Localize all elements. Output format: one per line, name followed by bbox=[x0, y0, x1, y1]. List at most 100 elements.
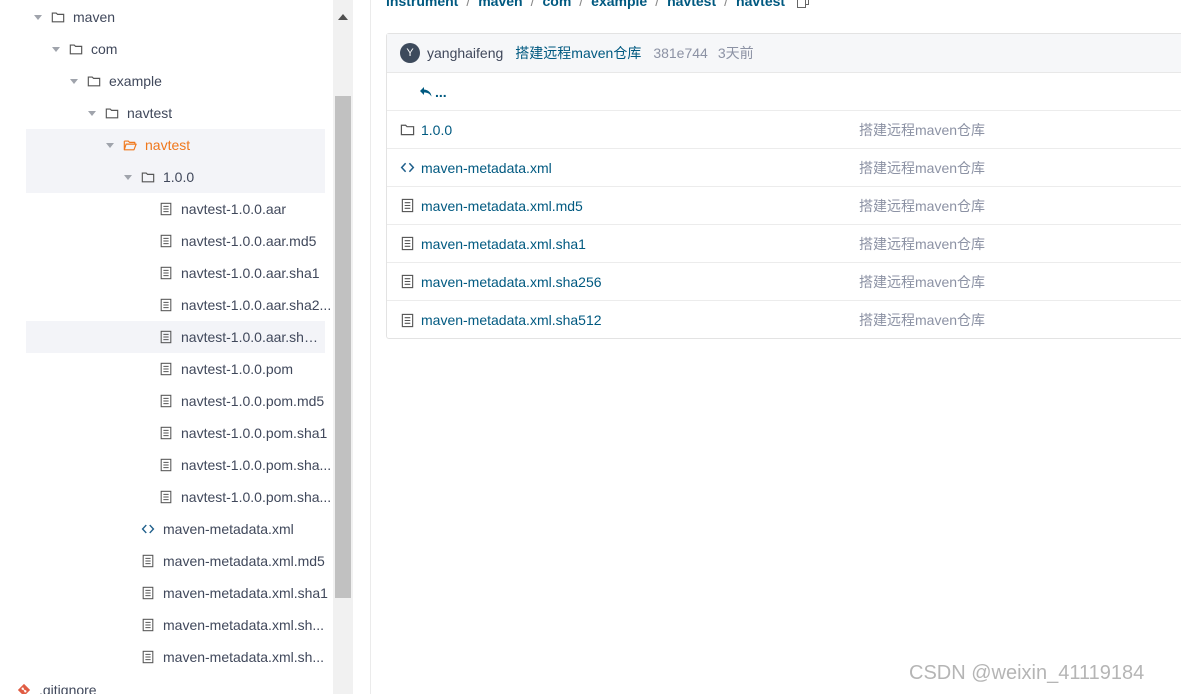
tree-item[interactable]: navtest bbox=[0, 97, 333, 129]
file-tree: maven com example navtest navtest 1.0.0 navtes… bbox=[0, 0, 333, 694]
tree-item[interactable]: 1.0.0 bbox=[26, 161, 325, 193]
tree-item-label: navtest-1.0.0.aar.sha2... bbox=[181, 297, 332, 313]
breadcrumb-separator: / bbox=[466, 0, 471, 9]
caret-down-icon[interactable] bbox=[106, 141, 114, 149]
file-icon bbox=[159, 234, 173, 248]
tree-item[interactable]: maven-metadata.xml.md5 bbox=[0, 545, 333, 577]
file-commit-message[interactable]: 搭建远程maven仓库 bbox=[859, 234, 985, 254]
file-icon bbox=[159, 426, 173, 440]
tree-item-label: navtest-1.0.0.pom.sha1 bbox=[181, 425, 328, 441]
tree-item-label: maven-metadata.xml.md5 bbox=[163, 553, 325, 569]
file-row[interactable]: maven-metadata.xml.sha256 搭建远程maven仓库 bbox=[387, 263, 1181, 301]
tree-item[interactable]: navtest-1.0.0.pom bbox=[0, 353, 333, 385]
tree-item[interactable]: com bbox=[0, 33, 333, 65]
file-name-link[interactable]: maven-metadata.xml.sha256 bbox=[421, 274, 859, 290]
breadcrumb-separator: / bbox=[655, 0, 660, 9]
file-icon bbox=[400, 313, 415, 328]
commit-author[interactable]: yanghaifeng bbox=[427, 45, 503, 61]
file-commit-message[interactable]: 搭建远程maven仓库 bbox=[859, 310, 985, 330]
avatar[interactable]: Y bbox=[400, 43, 420, 63]
file-icon bbox=[400, 198, 415, 213]
tree-item[interactable]: navtest-1.0.0.aar bbox=[0, 193, 333, 225]
file-icon bbox=[159, 458, 173, 472]
tree-item[interactable]: navtest-1.0.0.aar.sha1 bbox=[0, 257, 333, 289]
file-name-link[interactable]: maven-metadata.xml.md5 bbox=[421, 198, 859, 214]
file-row[interactable]: maven-metadata.xml.sha1 搭建远程maven仓库 bbox=[387, 225, 1181, 263]
file-name-link[interactable]: 1.0.0 bbox=[421, 122, 859, 138]
tree-item[interactable]: .gitignore bbox=[0, 674, 333, 694]
folder-icon bbox=[69, 42, 83, 56]
tree-item-label: navtest-1.0.0.aar.md5 bbox=[181, 233, 317, 249]
file-row[interactable]: 1.0.0 搭建远程maven仓库 bbox=[387, 111, 1181, 149]
git-icon bbox=[17, 683, 31, 694]
tree-item-label: maven-metadata.xml bbox=[163, 521, 294, 537]
tree-scrollbar[interactable] bbox=[333, 0, 353, 694]
tree-item[interactable]: navtest-1.0.0.pom.sha... bbox=[0, 481, 333, 513]
file-icon bbox=[141, 650, 155, 664]
scroll-thumb[interactable] bbox=[335, 96, 351, 598]
file-icon bbox=[159, 202, 173, 216]
tree-item[interactable]: maven-metadata.xml.sh... bbox=[0, 609, 333, 641]
breadcrumb-separator: / bbox=[579, 0, 584, 9]
tree-item-label: com bbox=[91, 41, 118, 57]
folder-icon bbox=[400, 122, 415, 137]
file-icon bbox=[400, 274, 415, 289]
caret-down-icon[interactable] bbox=[70, 77, 78, 85]
file-icon bbox=[159, 394, 173, 408]
caret-down-icon[interactable] bbox=[88, 109, 96, 117]
file-icon bbox=[159, 298, 173, 312]
tree-item[interactable]: navtest bbox=[26, 129, 325, 161]
file-name-link[interactable]: maven-metadata.xml.sha1 bbox=[421, 236, 859, 252]
tree-item-label: 1.0.0 bbox=[163, 169, 195, 185]
tree-item-label: navtest-1.0.0.aar bbox=[181, 201, 287, 217]
file-row[interactable]: maven-metadata.xml.md5 搭建远程maven仓库 bbox=[387, 187, 1181, 225]
commit-hash[interactable]: 381e744 bbox=[653, 45, 708, 61]
breadcrumb-item[interactable]: com bbox=[542, 0, 571, 9]
tree-item[interactable]: navtest-1.0.0.aar.md5 bbox=[0, 225, 333, 257]
tree-item[interactable]: navtest-1.0.0.aar.sha5... bbox=[26, 321, 325, 353]
tree-item[interactable]: navtest-1.0.0.pom.sha... bbox=[0, 449, 333, 481]
file-name-link[interactable]: maven-metadata.xml.sha512 bbox=[421, 312, 859, 328]
breadcrumb-item[interactable]: navtest bbox=[667, 0, 716, 9]
caret-down-icon[interactable] bbox=[34, 13, 42, 21]
tree-item[interactable]: maven-metadata.xml bbox=[0, 513, 333, 545]
caret-down-icon[interactable] bbox=[52, 45, 60, 53]
file-commit-message[interactable]: 搭建远程maven仓库 bbox=[859, 196, 985, 216]
reply-back-icon bbox=[420, 86, 432, 96]
copy-path-icon[interactable] bbox=[797, 0, 810, 8]
file-commit-message[interactable]: 搭建远程maven仓库 bbox=[859, 120, 985, 140]
breadcrumb-separator: / bbox=[530, 0, 535, 9]
caret-down-icon[interactable] bbox=[124, 173, 132, 181]
breadcrumb-item[interactable]: example bbox=[591, 0, 647, 9]
code-icon bbox=[400, 160, 415, 175]
tree-item-label: example bbox=[109, 73, 162, 89]
tree-item[interactable]: navtest-1.0.0.pom.sha1 bbox=[0, 417, 333, 449]
breadcrumb: instrument / maven / com / example / navtest / nav… bbox=[386, 0, 810, 10]
latest-commit-bar: Y yanghaifeng 搭建远程maven仓库 381e744 3天前 bbox=[387, 34, 1181, 73]
tree-item[interactable]: navtest-1.0.0.pom.md5 bbox=[0, 385, 333, 417]
file-name-link[interactable]: maven-metadata.xml bbox=[421, 160, 859, 176]
tree-item[interactable]: maven bbox=[0, 1, 333, 33]
tree-item-label: maven-metadata.xml.sh... bbox=[163, 617, 325, 633]
file-row[interactable]: maven-metadata.xml.sha512 搭建远程maven仓库 bbox=[387, 301, 1181, 339]
file-commit-message[interactable]: 搭建远程maven仓库 bbox=[859, 158, 985, 178]
file-icon bbox=[400, 236, 415, 251]
breadcrumb-item[interactable]: instrument bbox=[386, 0, 458, 9]
parent-directory-link[interactable]: ... bbox=[387, 73, 1181, 111]
tree-item-label: navtest-1.0.0.pom.sha... bbox=[181, 489, 332, 505]
commit-message[interactable]: 搭建远程maven仓库 bbox=[515, 43, 641, 63]
breadcrumb-item[interactable]: navtest bbox=[736, 0, 785, 9]
tree-item-label: navtest-1.0.0.pom bbox=[181, 361, 294, 377]
breadcrumb-item[interactable]: maven bbox=[478, 0, 522, 9]
file-commit-message[interactable]: 搭建远程maven仓库 bbox=[859, 272, 985, 292]
tree-item-label: navtest-1.0.0.aar.sha1 bbox=[181, 265, 320, 281]
tree-item[interactable]: maven-metadata.xml.sh... bbox=[0, 641, 333, 673]
tree-item[interactable]: maven-metadata.xml.sha1 bbox=[0, 577, 333, 609]
tree-item[interactable]: example bbox=[0, 65, 333, 97]
file-row[interactable]: maven-metadata.xml 搭建远程maven仓库 bbox=[387, 149, 1181, 187]
file-icon bbox=[141, 618, 155, 632]
file-icon bbox=[159, 362, 173, 376]
tree-item[interactable]: navtest-1.0.0.aar.sha2... bbox=[0, 289, 333, 321]
scroll-up-arrow-icon[interactable] bbox=[333, 0, 353, 34]
parent-directory-label: ... bbox=[435, 83, 447, 100]
